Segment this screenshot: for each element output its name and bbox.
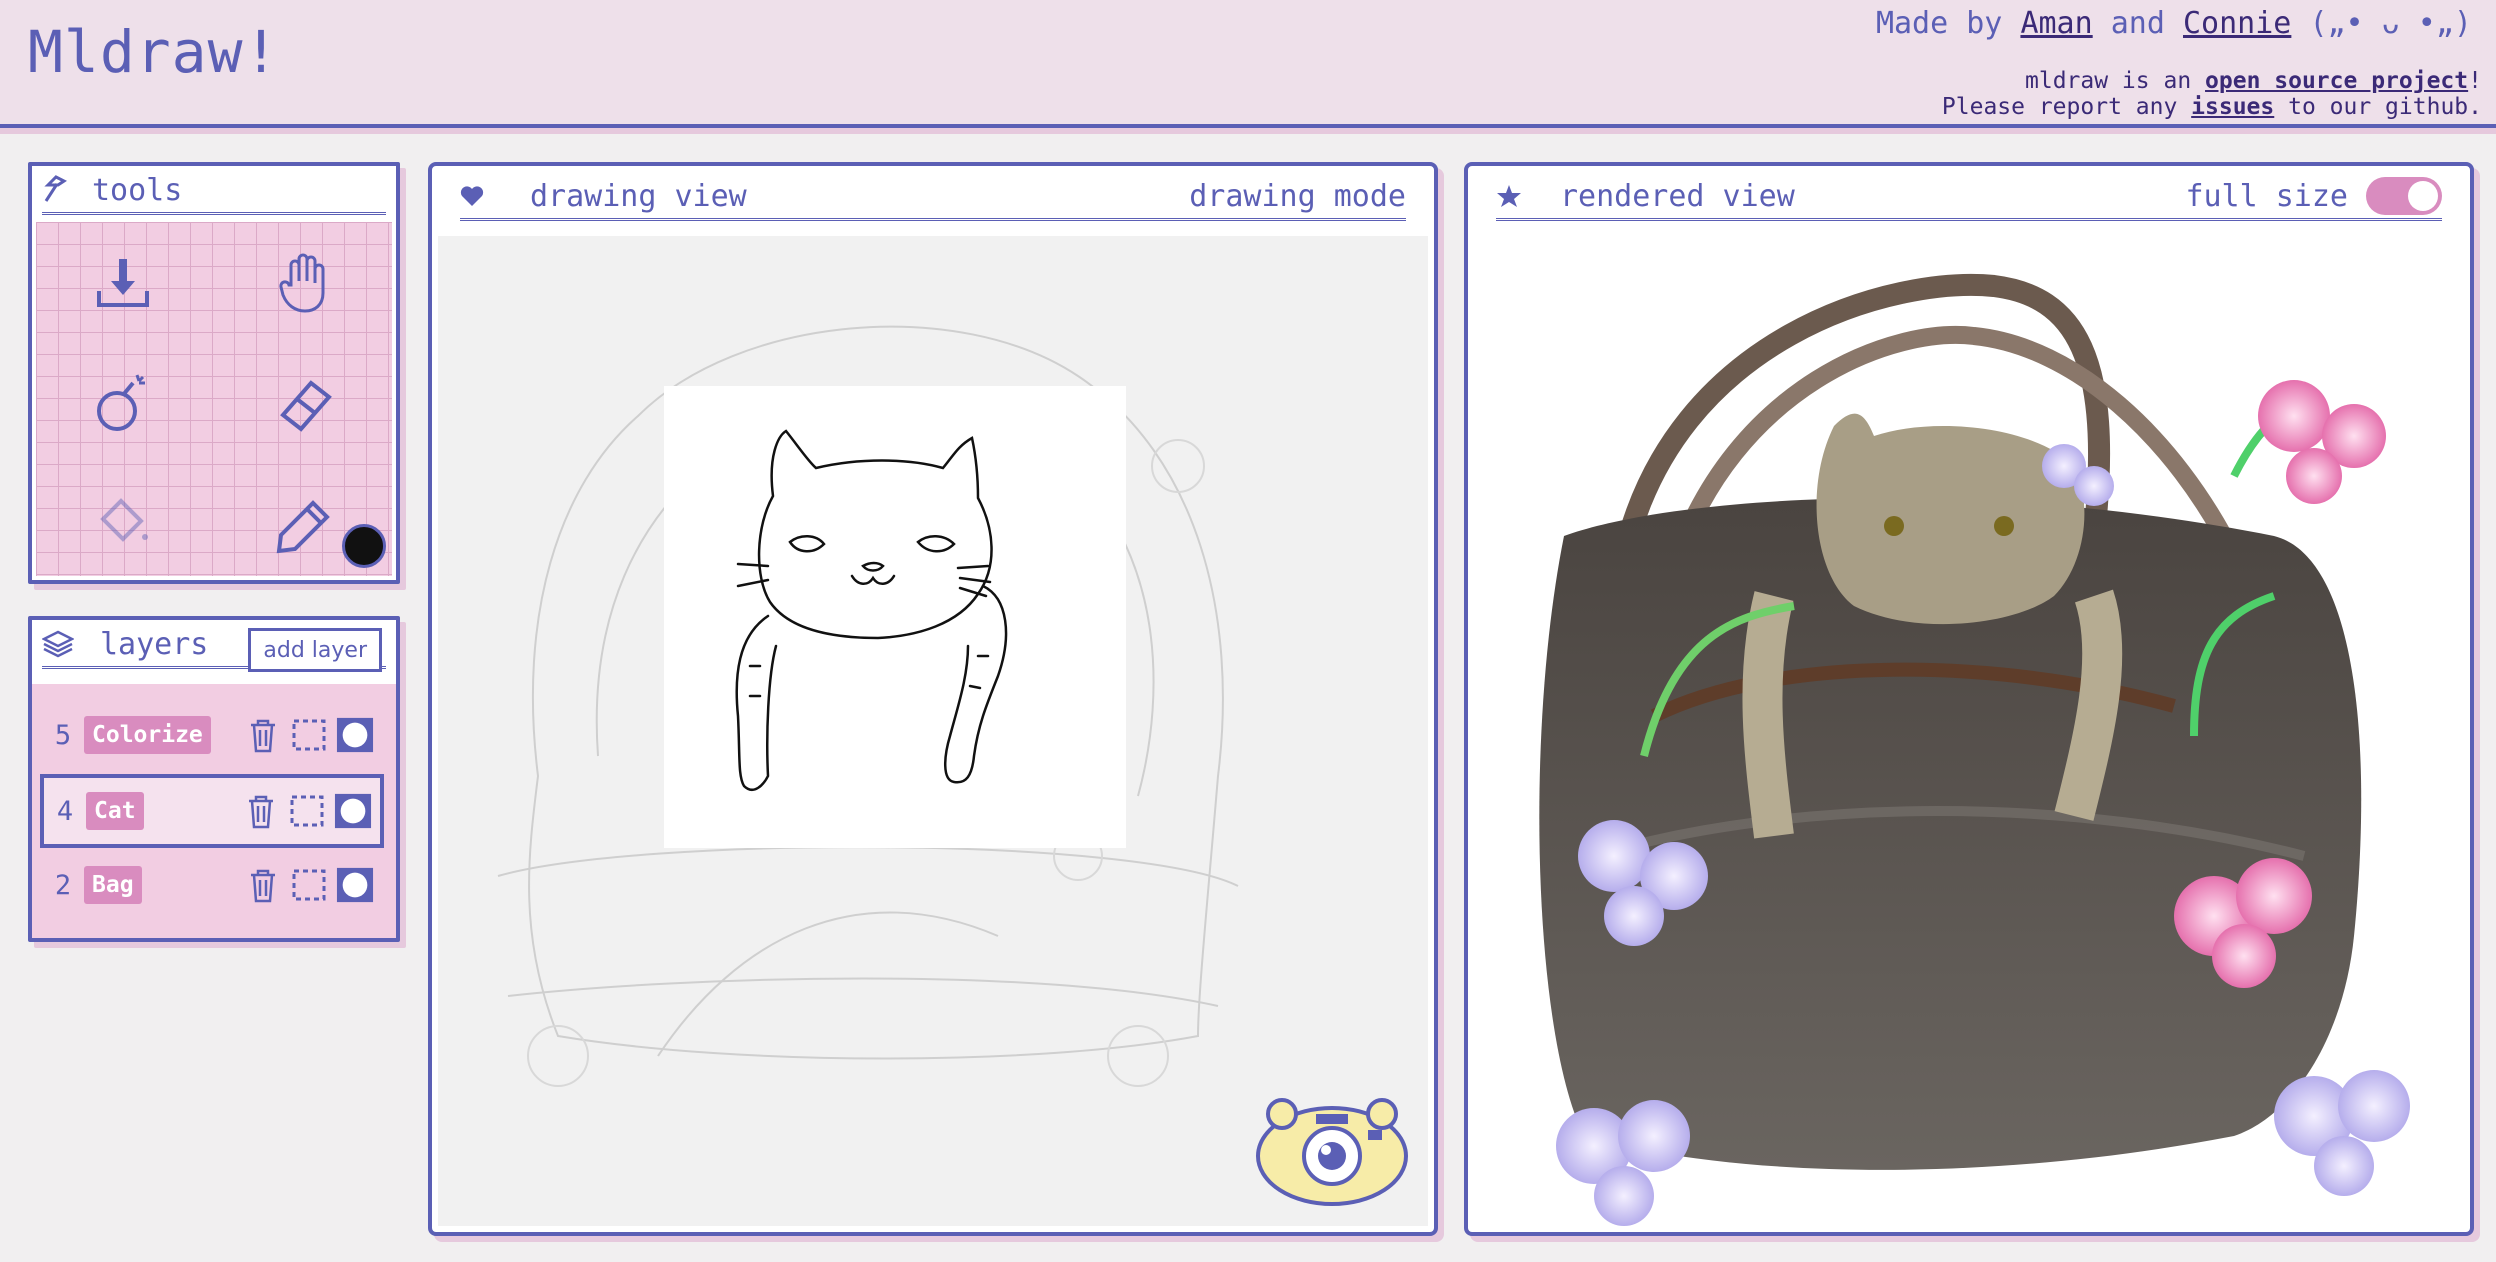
layers-title: layers xyxy=(100,626,209,662)
trash-icon[interactable] xyxy=(244,716,282,754)
drawing-canvas[interactable] xyxy=(438,236,1428,1226)
select-icon[interactable] xyxy=(290,866,328,904)
layer-number: 2 xyxy=(54,869,72,901)
layer-row-bag[interactable]: 2 Bag xyxy=(42,852,382,918)
trash-icon[interactable] xyxy=(242,792,280,830)
bomb-icon[interactable] xyxy=(88,368,158,438)
hammer-icon xyxy=(42,175,82,205)
issues-link[interactable]: issues xyxy=(2191,94,2274,120)
header: Mldraw! Made by Aman and Connie („• ᴗ •„… xyxy=(0,0,2496,128)
visibility-toggle-icon[interactable] xyxy=(334,792,372,830)
tools-title: tools xyxy=(92,172,183,208)
tools-header: tools xyxy=(42,172,386,215)
layer-number: 4 xyxy=(56,795,74,827)
download-icon[interactable] xyxy=(88,248,158,318)
rendered-image xyxy=(1474,236,2464,1226)
author-link-aman[interactable]: Aman xyxy=(2020,6,2092,41)
eraser-icon[interactable] xyxy=(270,368,340,438)
trash-icon[interactable] xyxy=(244,866,282,904)
star-icon xyxy=(1496,184,1536,208)
layer-number: 5 xyxy=(54,719,72,751)
drawing-view-title: drawing view xyxy=(530,178,747,214)
pencil-icon[interactable] xyxy=(270,488,340,558)
layer-row-colorize[interactable]: 5 Colorize xyxy=(42,702,382,768)
full-size-toggle[interactable] xyxy=(2366,177,2442,215)
tools-grid xyxy=(36,222,392,576)
heart-icon xyxy=(460,185,500,207)
drawing-view-header: drawing view drawing mode xyxy=(460,178,1406,221)
drawing-mode-label[interactable]: drawing mode xyxy=(1189,179,1406,214)
hand-icon[interactable] xyxy=(270,248,340,318)
app-title: Mldraw! xyxy=(28,18,280,86)
add-layer-button[interactable]: add layer xyxy=(248,628,382,672)
header-shadow xyxy=(0,128,2496,134)
layers-icon xyxy=(42,629,82,659)
toggle-knob xyxy=(2408,181,2438,211)
author-link-connie[interactable]: Connie xyxy=(2183,6,2291,41)
color-swatch[interactable] xyxy=(342,524,386,568)
fill-bucket-icon xyxy=(88,488,158,558)
tools-panel: tools xyxy=(28,162,400,584)
layer-name[interactable]: Colorize xyxy=(84,716,211,754)
credits: Made by Aman and Connie („• ᴗ •„) xyxy=(1875,6,2472,41)
select-icon[interactable] xyxy=(288,792,326,830)
layer-row-cat[interactable]: 4 Cat xyxy=(40,774,384,848)
rendered-view-panel: rendered view full size xyxy=(1464,162,2474,1236)
emoticon: („• ᴗ •„) xyxy=(2309,6,2472,41)
visibility-toggle-icon[interactable] xyxy=(336,716,374,754)
full-size-label: full size xyxy=(2185,178,2348,214)
drawing-view-panel: drawing view drawing mode xyxy=(428,162,1438,1236)
visibility-toggle-icon[interactable] xyxy=(336,866,374,904)
layers-panel: layers add layer 5 Colorize 4 Cat 2 Bag xyxy=(28,616,400,942)
camera-button[interactable] xyxy=(1252,1090,1412,1212)
rendered-view-header: rendered view full size xyxy=(1496,177,2442,221)
rendered-view-title: rendered view xyxy=(1560,178,1795,214)
layer-name[interactable]: Bag xyxy=(84,866,142,904)
select-icon[interactable] xyxy=(290,716,328,754)
open-source-link[interactable]: open source project xyxy=(2205,68,2468,94)
project-note: mldraw is an open source project! Please… xyxy=(1941,68,2482,120)
layer-name[interactable]: Cat xyxy=(86,792,144,830)
